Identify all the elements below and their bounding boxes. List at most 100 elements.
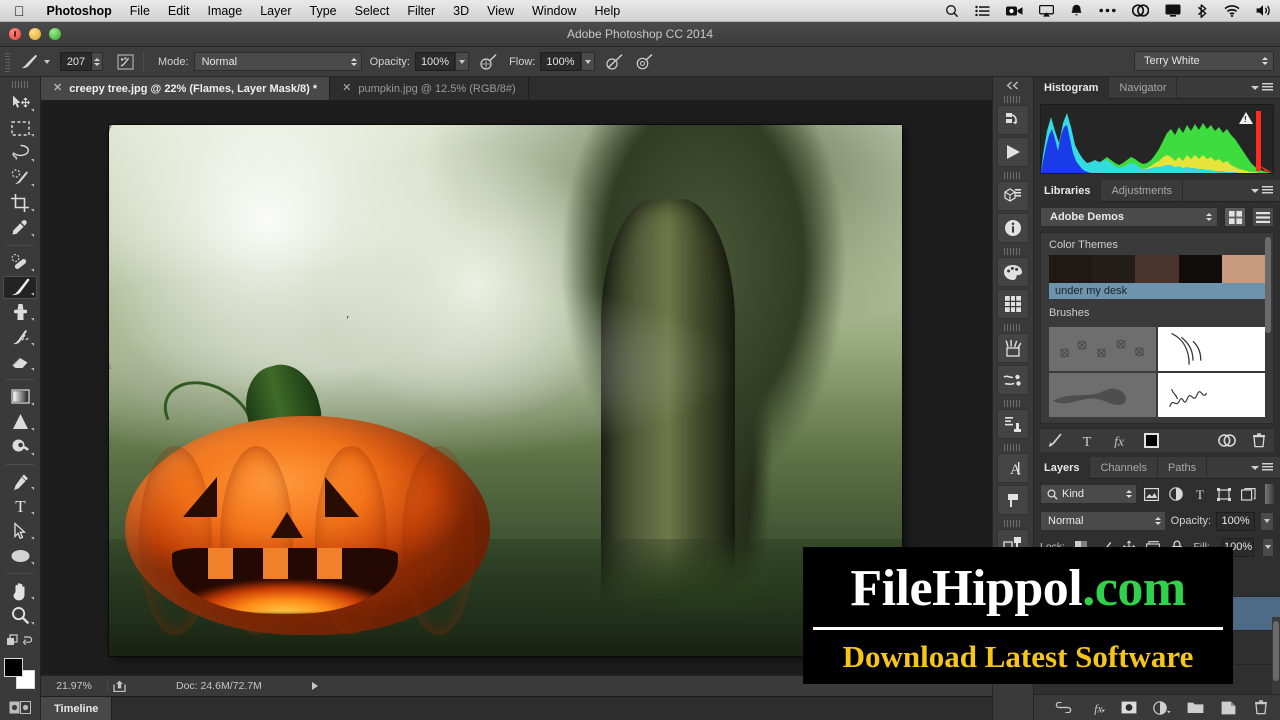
- brush-tool[interactable]: [3, 275, 37, 300]
- add-layer-mask-icon[interactable]: [1120, 699, 1138, 717]
- brushes-icon[interactable]: [997, 333, 1029, 363]
- rail-group-grip[interactable]: [1004, 172, 1022, 179]
- bluetooth-icon[interactable]: [1189, 3, 1216, 18]
- rail-group-grip[interactable]: [1004, 400, 1022, 407]
- filter-pixel-icon[interactable]: [1142, 484, 1161, 504]
- link-layers-icon[interactable]: [1054, 699, 1072, 717]
- layer-opacity-dropdown[interactable]: [1260, 511, 1274, 531]
- brush-preset-picker[interactable]: [19, 53, 50, 71]
- horizontal-type-tool[interactable]: T: [3, 494, 37, 518]
- new-layer-icon[interactable]: [1219, 699, 1237, 717]
- brush-size-group[interactable]: 207: [60, 52, 103, 71]
- blur-tool[interactable]: [3, 410, 37, 434]
- creative-cloud-icon[interactable]: [1124, 4, 1157, 17]
- ellipsis-icon[interactable]: [1091, 8, 1124, 13]
- color-icon[interactable]: [997, 257, 1029, 287]
- swatches-icon[interactable]: [997, 289, 1029, 319]
- rectangular-marquee-tool[interactable]: [3, 116, 37, 140]
- rail-group-grip[interactable]: [1004, 96, 1022, 103]
- apple-icon[interactable]: : [0, 4, 38, 18]
- collapse-panels-button[interactable]: [993, 77, 1033, 93]
- airbrush-icon[interactable]: [603, 51, 627, 73]
- volume-icon[interactable]: [1248, 4, 1280, 17]
- options-bar-grip[interactable]: [3, 50, 13, 73]
- display-icon[interactable]: [1157, 4, 1189, 17]
- panel-menu-icon[interactable]: [1244, 186, 1280, 195]
- rail-group-grip[interactable]: [1004, 520, 1022, 527]
- eyedropper-tool[interactable]: [3, 216, 37, 240]
- dodge-tool[interactable]: [3, 435, 37, 459]
- menu-item-type[interactable]: Type: [301, 0, 346, 22]
- actions-play-icon[interactable]: [997, 137, 1029, 167]
- rail-group-grip[interactable]: [1004, 248, 1022, 255]
- tab-layers[interactable]: Layers: [1034, 456, 1091, 479]
- tab-adjustments[interactable]: Adjustments: [1101, 179, 1183, 202]
- airplay-icon[interactable]: [1031, 4, 1062, 17]
- creative-cloud-sync-icon[interactable]: [1218, 432, 1236, 450]
- zoom-level[interactable]: 21.97%: [41, 680, 107, 692]
- delete-layer-icon[interactable]: [1252, 699, 1270, 717]
- clone-stamp-tool[interactable]: [3, 300, 37, 324]
- pen-tool[interactable]: [3, 470, 37, 494]
- document-tab-creepy-tree[interactable]: ✕ creepy tree.jpg @ 22% (Flames, Layer M…: [41, 77, 331, 100]
- add-text-icon[interactable]: T: [1078, 432, 1096, 450]
- uncached-data-warning-icon[interactable]: [1239, 112, 1253, 124]
- quick-selection-tool[interactable]: [3, 166, 37, 190]
- new-adjustment-layer-icon[interactable]: [1153, 699, 1171, 717]
- menu-item-window[interactable]: Window: [523, 0, 585, 22]
- jack-o-lantern[interactable]: [124, 356, 490, 635]
- add-graphic-icon[interactable]: [1046, 432, 1064, 450]
- document-artwork[interactable]: [109, 125, 902, 656]
- character-icon[interactable]: A: [997, 453, 1029, 483]
- zoom-tool[interactable]: [3, 604, 37, 628]
- opacity-group[interactable]: 100%: [414, 52, 470, 71]
- panel-menu-icon[interactable]: [1244, 83, 1280, 92]
- history-brush-tool[interactable]: [3, 325, 37, 349]
- 3d-icon[interactable]: [997, 181, 1029, 211]
- screen-record-icon[interactable]: [998, 5, 1031, 17]
- new-group-icon[interactable]: [1186, 699, 1204, 717]
- rail-group-grip[interactable]: [1004, 444, 1022, 451]
- menu-item-select[interactable]: Select: [346, 0, 399, 22]
- close-tab-icon[interactable]: ✕: [53, 83, 62, 94]
- menu-item-3d[interactable]: 3D: [444, 0, 478, 22]
- search-icon[interactable]: [937, 4, 967, 18]
- brush-thumbnails[interactable]: [1049, 327, 1265, 417]
- hand-tool[interactable]: [3, 579, 37, 603]
- path-selection-tool[interactable]: [3, 519, 37, 543]
- add-layer-style-icon[interactable]: fx: [1087, 699, 1105, 717]
- libraries-content[interactable]: Color Themes under my desk Brushes: [1040, 232, 1274, 424]
- bell-icon[interactable]: [1062, 4, 1091, 18]
- add-layer-style-icon[interactable]: fx: [1110, 432, 1128, 450]
- crop-tool[interactable]: [3, 191, 37, 215]
- info-icon[interactable]: [997, 213, 1029, 243]
- filter-smart-object-icon[interactable]: [1239, 484, 1258, 504]
- document-tab-pumpkin[interactable]: ✕ pumpkin.jpg @ 12.5% (RGB/8#): [330, 77, 529, 100]
- quick-mask-toggle[interactable]: [3, 695, 37, 719]
- brush-thumbnail[interactable]: [1158, 373, 1265, 417]
- filter-adjustment-icon[interactable]: [1166, 484, 1185, 504]
- menu-item-image[interactable]: Image: [198, 0, 251, 22]
- brush-thumbnail[interactable]: [1049, 373, 1156, 417]
- ellipse-tool[interactable]: [3, 544, 37, 568]
- layer-opacity-value[interactable]: 100%: [1216, 511, 1256, 531]
- move-tool[interactable]: [3, 91, 37, 115]
- wifi-icon[interactable]: [1216, 4, 1248, 17]
- flow-group[interactable]: 100%: [540, 52, 595, 71]
- color-theme-swatches[interactable]: [1049, 255, 1266, 283]
- layer-filter-kind-select[interactable]: Kind: [1040, 484, 1137, 504]
- add-color-icon[interactable]: [1142, 432, 1160, 450]
- menu-item-file[interactable]: File: [121, 0, 159, 22]
- gradient-tool[interactable]: [3, 385, 37, 409]
- edit-toolbar-tool[interactable]: [3, 629, 37, 653]
- paragraph-icon[interactable]: [997, 485, 1029, 515]
- layer-blend-mode-select[interactable]: Normal: [1040, 511, 1166, 531]
- filter-toggle-switch[interactable]: [1265, 484, 1275, 504]
- tab-libraries[interactable]: Libraries: [1034, 179, 1102, 202]
- history-icon[interactable]: [997, 105, 1029, 135]
- delete-icon[interactable]: [1250, 432, 1268, 450]
- tab-channels[interactable]: Channels: [1090, 456, 1158, 479]
- opacity-input[interactable]: 100%: [414, 52, 456, 71]
- menu-item-filter[interactable]: Filter: [398, 0, 444, 22]
- list-view-icon[interactable]: [1252, 207, 1274, 227]
